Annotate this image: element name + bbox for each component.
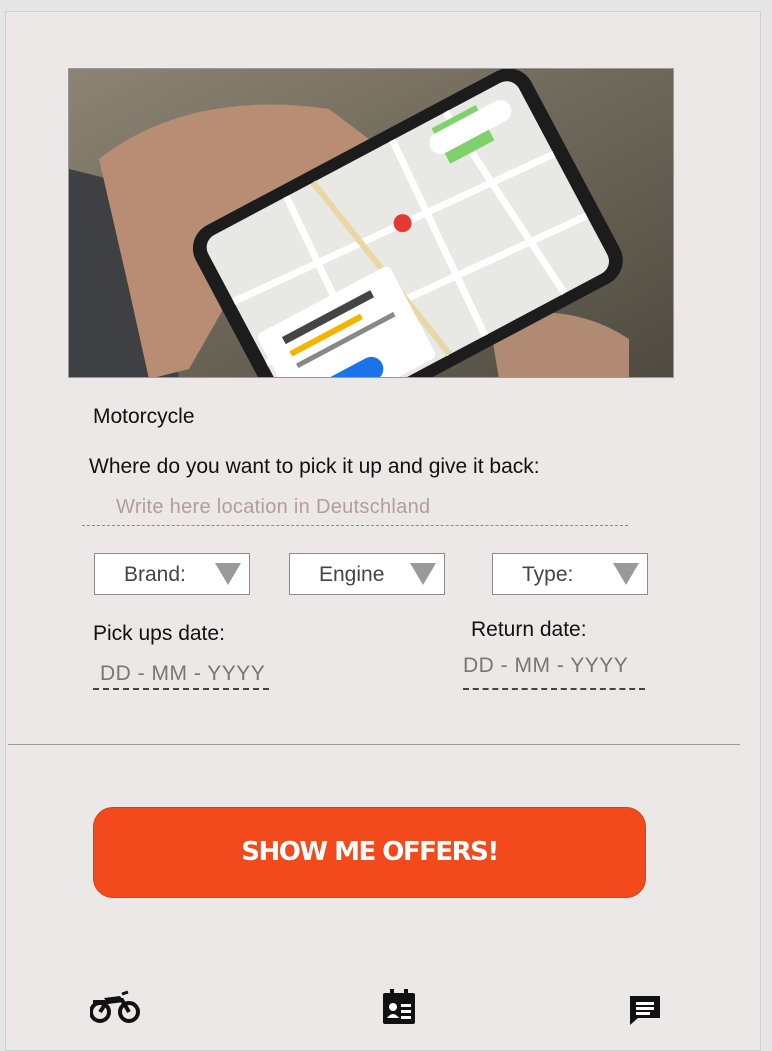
pickup-date-field[interactable]: DD - MM - YYYY	[93, 662, 270, 690]
phone-map-icon	[69, 69, 673, 377]
chevron-down-icon	[410, 563, 436, 585]
chevron-down-icon	[613, 563, 639, 585]
chevron-down-icon	[215, 563, 241, 585]
nav-item-chat[interactable]	[628, 994, 662, 1031]
type-select[interactable]: Type:	[492, 553, 648, 595]
show-offers-button[interactable]: SHOW ME OFFERS!	[93, 807, 646, 898]
return-date-label: Return date:	[471, 618, 587, 641]
motorcycle-icon	[89, 990, 140, 1023]
chat-icon	[630, 996, 660, 1025]
section-divider	[8, 744, 740, 745]
nav-item-motorcycle[interactable]	[89, 988, 140, 1029]
nav-item-profile[interactable]	[382, 989, 416, 1030]
brand-select-label: Brand:	[124, 563, 186, 586]
location-input[interactable]	[82, 490, 628, 526]
return-date-field[interactable]: DD - MM - YYYY	[463, 654, 645, 690]
hero-image	[68, 68, 674, 378]
vehicle-type-label: Motorcycle	[93, 405, 195, 428]
pickup-date-label: Pick ups date:	[93, 622, 225, 645]
type-select-label: Type:	[522, 563, 574, 586]
id-card-icon	[383, 989, 415, 1024]
location-question: Where do you want to pick it up and give…	[89, 455, 540, 478]
engine-select[interactable]: Engine	[289, 553, 445, 595]
engine-select-label: Engine	[319, 563, 385, 586]
brand-select[interactable]: Brand:	[94, 553, 250, 595]
